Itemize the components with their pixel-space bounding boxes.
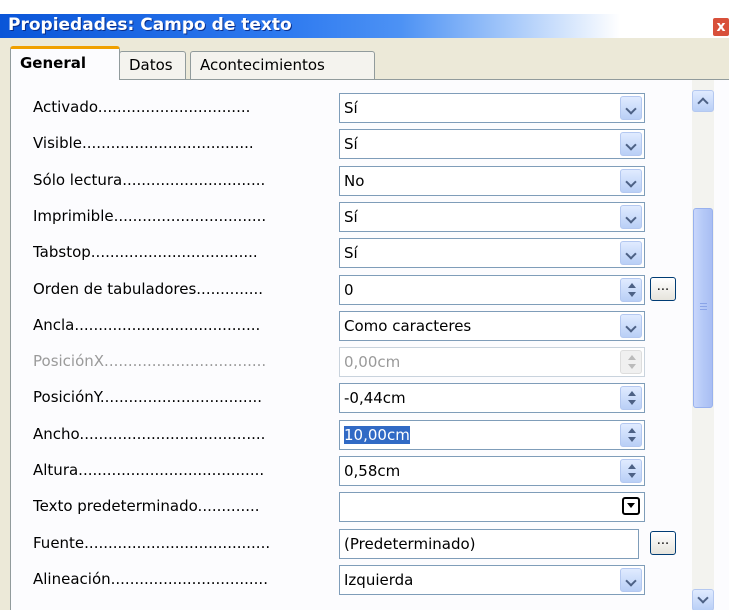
property-value-orden-de-tabuladores: 0: [344, 281, 354, 299]
property-row-orden-de-tabuladores: Orden de tabuladores.............. 0...: [11, 274, 691, 306]
property-label-posicionx: PosiciónX...............................…: [33, 352, 267, 370]
property-row-posicionx: PosiciónX...............................…: [11, 346, 691, 378]
chevron-down-icon[interactable]: [620, 205, 642, 229]
scroll-up-button[interactable]: [692, 90, 714, 112]
property-value-fuente: (Predeterminado): [344, 535, 476, 553]
property-value-ancho: 10,00cm: [344, 426, 410, 444]
window-title: Propiedades: Campo de texto: [8, 15, 292, 35]
property-value-solo-lectura: No: [344, 172, 365, 190]
chevron-down-icon[interactable]: [620, 132, 642, 156]
property-field-fuente[interactable]: (Predeterminado): [339, 529, 639, 559]
property-row-solo-lectura: Sólo lectura............................…: [11, 165, 691, 197]
property-row-tabstop: Tabstop.................................…: [11, 237, 691, 269]
property-field-imprimible[interactable]: Sí: [339, 202, 645, 232]
property-label-texto-predeterminado: Texto predeterminado.............: [33, 497, 260, 515]
chevron-down-icon[interactable]: [620, 169, 642, 193]
property-row-alineacion: Alineación..............................…: [11, 564, 691, 596]
ellipsis-button-orden-de-tabuladores[interactable]: ...: [650, 277, 676, 301]
property-value-imprimible: Sí: [344, 208, 358, 226]
chevron-down-icon[interactable]: [620, 568, 642, 592]
property-value-tabstop: Sí: [344, 244, 358, 262]
chevron-down-icon[interactable]: [620, 241, 642, 265]
property-row-visible: Visible.................................…: [11, 128, 691, 160]
property-row-ancla: Ancla...................................…: [11, 310, 691, 342]
property-label-ancla: Ancla...................................…: [33, 316, 261, 334]
property-field-alineacion[interactable]: Izquierda: [339, 565, 645, 595]
property-field-tabstop[interactable]: Sí: [339, 238, 645, 268]
properties-dialog: General Datos Acontecimientos Activado..…: [0, 38, 729, 610]
property-field-posiciony[interactable]: -0,44cm: [339, 383, 645, 413]
property-row-fuente: Fuente..................................…: [11, 528, 691, 560]
property-row-posiciony: PosiciónY...............................…: [11, 382, 691, 414]
property-value-altura: 0,58cm: [344, 462, 401, 480]
close-button[interactable]: x: [713, 18, 729, 36]
ellipsis-button-fuente[interactable]: ...: [650, 531, 676, 555]
chevron-down-icon[interactable]: [620, 96, 642, 120]
property-label-activado: Activado................................: [33, 98, 251, 116]
property-label-tabstop: Tabstop.................................…: [33, 243, 258, 261]
property-label-orden-de-tabuladores: Orden de tabuladores..............: [33, 280, 264, 298]
property-field-activado[interactable]: Sí: [339, 93, 645, 123]
property-field-visible[interactable]: Sí: [339, 129, 645, 159]
property-field-texto-predeterminado[interactable]: [339, 492, 645, 522]
property-label-imprimible: Imprimible..............................…: [33, 207, 267, 225]
property-label-visible: Visible.................................…: [33, 134, 254, 152]
property-row-imprimible: Imprimible..............................…: [11, 201, 691, 233]
vertical-scrollbar[interactable]: [692, 80, 714, 610]
chevron-down-icon[interactable]: [620, 314, 642, 338]
property-value-activado: Sí: [344, 99, 358, 117]
property-field-altura[interactable]: 0,58cm: [339, 456, 645, 486]
tab-datos[interactable]: Datos: [119, 51, 186, 79]
property-field-ancla[interactable]: Como caracteres: [339, 311, 645, 341]
tab-acontecimientos[interactable]: Acontecimientos: [190, 51, 375, 79]
title-bar: Propiedades: Campo de texto x: [0, 14, 729, 38]
property-label-solo-lectura: Sólo lectura............................…: [33, 171, 266, 189]
property-value-ancla: Como caracteres: [344, 317, 472, 335]
property-label-posiciony: PosiciónY...............................…: [33, 388, 263, 406]
combo-dropdown-icon[interactable]: [622, 497, 640, 515]
property-field-ancho[interactable]: 10,00cm: [339, 420, 645, 450]
spin-arrows-icon[interactable]: [620, 278, 642, 302]
property-label-ancho: Ancho...................................…: [33, 425, 266, 443]
spin-arrows-icon[interactable]: [620, 459, 642, 483]
property-value-posicionx: 0,00cm: [344, 353, 401, 371]
scroll-thumb[interactable]: [693, 208, 713, 408]
property-value-alineacion: Izquierda: [344, 571, 414, 589]
property-value-visible: Sí: [344, 135, 358, 153]
property-field-solo-lectura[interactable]: No: [339, 166, 645, 196]
property-row-texto-predeterminado: Texto predeterminado.............: [11, 491, 691, 523]
property-row-altura: Altura..................................…: [11, 455, 691, 487]
property-row-ancho: Ancho...................................…: [11, 419, 691, 451]
property-label-alineacion: Alineación..............................…: [33, 570, 268, 588]
spin-arrows-icon[interactable]: [620, 386, 642, 410]
spin-arrows-icon: [620, 350, 642, 374]
property-field-orden-de-tabuladores[interactable]: 0: [339, 275, 645, 305]
scroll-down-button[interactable]: [692, 589, 714, 610]
property-row-activado: Activado................................…: [11, 92, 691, 124]
property-label-altura: Altura..................................…: [33, 461, 265, 479]
general-tab-panel: Activado................................…: [10, 79, 729, 610]
property-value-posiciony: -0,44cm: [344, 389, 406, 407]
property-field-posicionx: 0,00cm: [339, 347, 645, 377]
property-label-fuente: Fuente..................................…: [33, 534, 271, 552]
spin-arrows-icon[interactable]: [620, 423, 642, 447]
tab-general[interactable]: General: [10, 46, 120, 80]
